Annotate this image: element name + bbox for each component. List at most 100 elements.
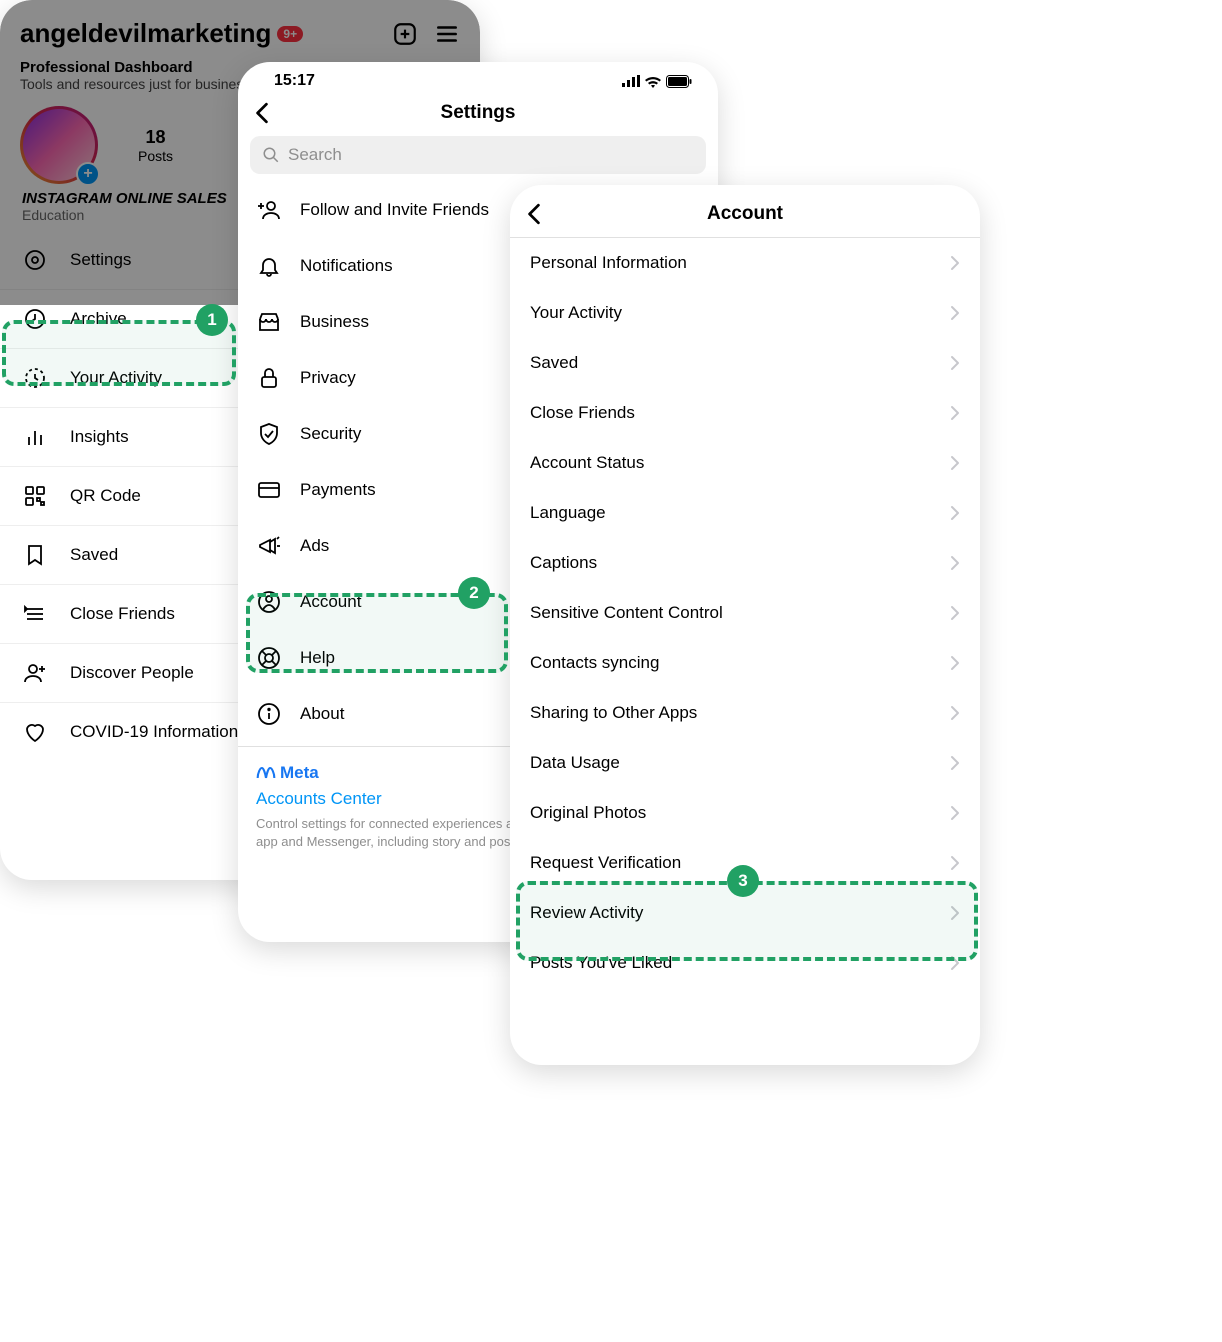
wifi-icon (644, 75, 662, 88)
gear-icon (22, 247, 48, 273)
chevron-right-icon (950, 455, 960, 471)
info-icon (256, 701, 282, 727)
close-friends-icon (22, 601, 48, 627)
chevron-right-icon (950, 305, 960, 321)
phone-account: Account Personal Information Your Activi… (510, 185, 980, 1065)
status-bar: 15:17 (238, 62, 718, 94)
hamburger-menu-icon[interactable] (434, 21, 460, 47)
step-2-badge: 2 (458, 577, 490, 609)
shield-icon (256, 421, 282, 447)
account-item-sensitive-content[interactable]: Sensitive Content Control (510, 588, 980, 638)
chevron-right-icon (950, 705, 960, 721)
search-input[interactable]: Search (250, 136, 706, 174)
item-label: Data Usage (530, 753, 620, 773)
insights-icon (22, 424, 48, 450)
username-text: angeldevilmarketing (20, 18, 271, 49)
account-item-original-photos[interactable]: Original Photos (510, 788, 980, 838)
posts-label: Posts (138, 148, 173, 164)
archive-icon (22, 306, 48, 332)
status-time: 15:17 (274, 72, 315, 90)
search-icon (262, 146, 280, 164)
credit-card-icon (256, 477, 282, 503)
menu-label: Your Activity (70, 368, 162, 388)
megaphone-icon (256, 533, 282, 559)
item-label: Personal Information (530, 253, 687, 273)
account-item-personal-info[interactable]: Personal Information (510, 238, 980, 288)
chevron-right-icon (950, 505, 960, 521)
menu-label: Discover People (70, 663, 194, 683)
item-label: Sharing to Other Apps (530, 703, 697, 723)
menu-label: QR Code (70, 486, 141, 506)
page-title: Settings (238, 102, 718, 124)
bell-icon (256, 253, 282, 279)
settings-label: Account (300, 592, 361, 612)
item-label: Close Friends (530, 403, 635, 423)
item-label: Captions (530, 553, 597, 573)
chevron-right-icon (950, 805, 960, 821)
account-item-your-activity[interactable]: Your Activity (510, 288, 980, 338)
account-icon (256, 589, 282, 615)
help-icon (256, 645, 282, 671)
account-item-posts-liked[interactable]: Posts You've Liked (510, 938, 980, 988)
settings-label: Ads (300, 536, 329, 556)
chevron-right-icon (950, 855, 960, 871)
lock-icon (256, 365, 282, 391)
account-item-account-status[interactable]: Account Status (510, 438, 980, 488)
account-item-captions[interactable]: Captions (510, 538, 980, 588)
account-item-language[interactable]: Language (510, 488, 980, 538)
chevron-right-icon (950, 255, 960, 271)
menu-label: Settings (70, 250, 131, 270)
settings-label: About (300, 704, 344, 724)
settings-label: Help (300, 648, 335, 668)
search-placeholder: Search (288, 145, 342, 165)
account-item-close-friends[interactable]: Close Friends (510, 388, 980, 438)
settings-label: Notifications (300, 256, 393, 276)
settings-label: Security (300, 424, 361, 444)
chevron-right-icon (950, 605, 960, 621)
chevron-right-icon (950, 355, 960, 371)
menu-label: Saved (70, 545, 118, 565)
account-item-data-usage[interactable]: Data Usage (510, 738, 980, 788)
profile-username-row[interactable]: angeldevilmarketing 9+ (20, 18, 303, 49)
signal-icon (622, 75, 640, 87)
account-item-sharing-other-apps[interactable]: Sharing to Other Apps (510, 688, 980, 738)
menu-label: Archive (70, 309, 127, 329)
chevron-right-icon (950, 655, 960, 671)
add-story-plus-icon[interactable]: + (76, 162, 100, 186)
battery-icon (666, 75, 692, 88)
activity-icon (22, 365, 48, 391)
menu-label: Insights (70, 427, 129, 447)
chevron-right-icon (950, 755, 960, 771)
storefront-icon (256, 309, 282, 335)
step-3-badge: 3 (727, 865, 759, 897)
menu-label: Close Friends (70, 604, 175, 624)
qr-code-icon (22, 483, 48, 509)
item-label: Language (530, 503, 606, 523)
bookmark-icon (22, 542, 48, 568)
item-label: Your Activity (530, 303, 622, 323)
page-title: Account (510, 203, 980, 225)
item-label: Posts You've Liked (530, 953, 672, 973)
settings-label: Privacy (300, 368, 356, 388)
notification-count-badge: 9+ (277, 26, 303, 42)
create-post-icon[interactable] (392, 21, 418, 47)
add-friend-icon (256, 197, 282, 223)
chevron-right-icon (950, 405, 960, 421)
item-label: Contacts syncing (530, 653, 659, 673)
item-label: Original Photos (530, 803, 646, 823)
posts-stat[interactable]: 18 Posts (138, 127, 173, 164)
discover-people-icon (22, 660, 48, 686)
posts-count: 18 (138, 127, 173, 148)
settings-label: Payments (300, 480, 376, 500)
chevron-right-icon (950, 905, 960, 921)
account-item-saved[interactable]: Saved (510, 338, 980, 388)
item-label: Review Activity (530, 903, 643, 923)
chevron-right-icon (950, 555, 960, 571)
account-item-contacts-syncing[interactable]: Contacts syncing (510, 638, 980, 688)
item-label: Saved (530, 353, 578, 373)
avatar[interactable]: + (20, 106, 98, 184)
meta-label: Meta (280, 763, 319, 783)
settings-label: Follow and Invite Friends (300, 200, 489, 220)
item-label: Account Status (530, 453, 644, 473)
chevron-right-icon (950, 955, 960, 971)
